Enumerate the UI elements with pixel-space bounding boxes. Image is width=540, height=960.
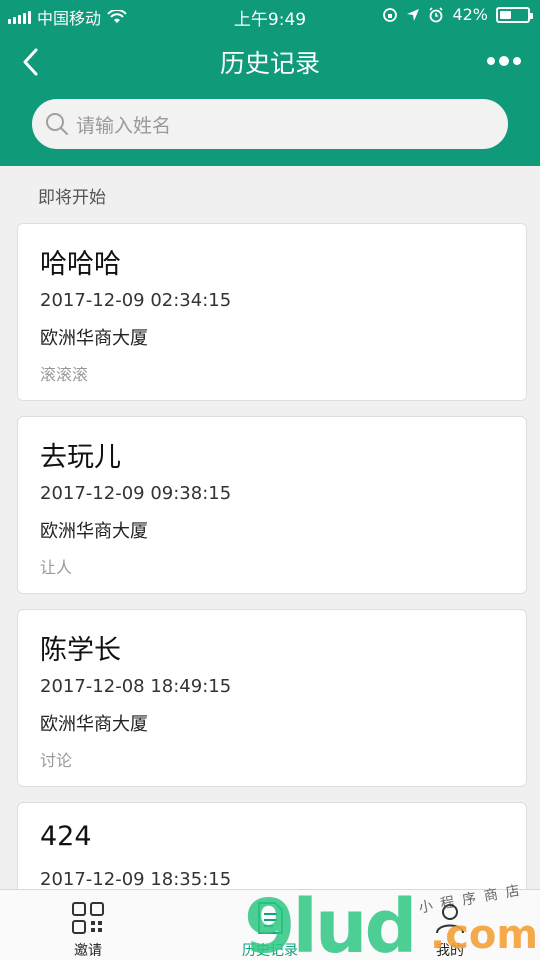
tab-profile[interactable]: 我的 <box>370 890 530 960</box>
more-dot-icon <box>513 57 521 65</box>
record-time: 2017-12-09 02:34:15 <box>40 290 232 311</box>
record-place: 欧洲华商大厦 <box>40 714 148 735</box>
location-icon <box>407 8 420 21</box>
record-name: 陈学长 <box>40 635 121 666</box>
more-dot-icon <box>499 56 509 66</box>
search-input[interactable]: 请输入姓名 <box>32 99 508 149</box>
record-card[interactable]: 哈哈哈 2017-12-09 02:34:15 欧洲华商大厦 滚滚滚 <box>17 223 527 401</box>
record-time: 2017-12-09 09:38:15 <box>40 483 232 504</box>
record-name: 424 <box>40 821 92 852</box>
tab-invite[interactable]: 邀请 <box>8 890 168 960</box>
section-label: 即将开始 <box>38 188 106 208</box>
status-bar: 中国移动 上午9:49 42% <box>0 0 540 30</box>
alarm-icon <box>429 6 444 22</box>
tab-history[interactable]: 历史记录 <box>190 890 350 960</box>
record-place: 欧洲华商大厦 <box>40 328 148 349</box>
record-card[interactable]: 去玩儿 2017-12-09 09:38:15 欧洲华商大厦 让人 <box>17 416 527 594</box>
record-name: 去玩儿 <box>40 442 121 473</box>
header: 中国移动 上午9:49 42% 历史记录 请输入姓名 <box>0 0 540 166</box>
tab-label: 历史记录 <box>242 943 298 959</box>
page-title: 历史记录 <box>219 49 320 78</box>
rotation-lock-icon <box>383 7 398 22</box>
tab-label: 我的 <box>436 943 464 959</box>
record-note: 让人 <box>40 558 73 577</box>
tab-label: 邀请 <box>74 943 102 959</box>
record-note: 讨论 <box>40 751 73 770</box>
battery-icon <box>496 6 533 23</box>
record-name: 哈哈哈 <box>40 249 121 280</box>
navigation-bar: 历史记录 <box>0 30 540 92</box>
search-icon <box>46 113 68 135</box>
tab-bar: 邀请 历史记录 我的 <box>0 889 540 960</box>
record-time: 2017-12-09 18:35:15 <box>40 869 232 890</box>
record-card[interactable]: 陈学长 2017-12-08 18:49:15 欧洲华商大厦 讨论 <box>17 609 527 787</box>
person-icon <box>436 904 464 934</box>
document-icon <box>258 902 283 934</box>
more-button[interactable] <box>484 48 524 74</box>
battery-percent: 42% <box>452 5 488 24</box>
record-place: 欧洲华商大厦 <box>40 521 148 542</box>
more-dot-icon <box>487 57 495 65</box>
search-placeholder: 请输入姓名 <box>76 114 172 137</box>
record-time: 2017-12-08 18:49:15 <box>40 676 232 697</box>
grid-icon <box>72 902 104 934</box>
record-note: 滚滚滚 <box>40 365 89 384</box>
